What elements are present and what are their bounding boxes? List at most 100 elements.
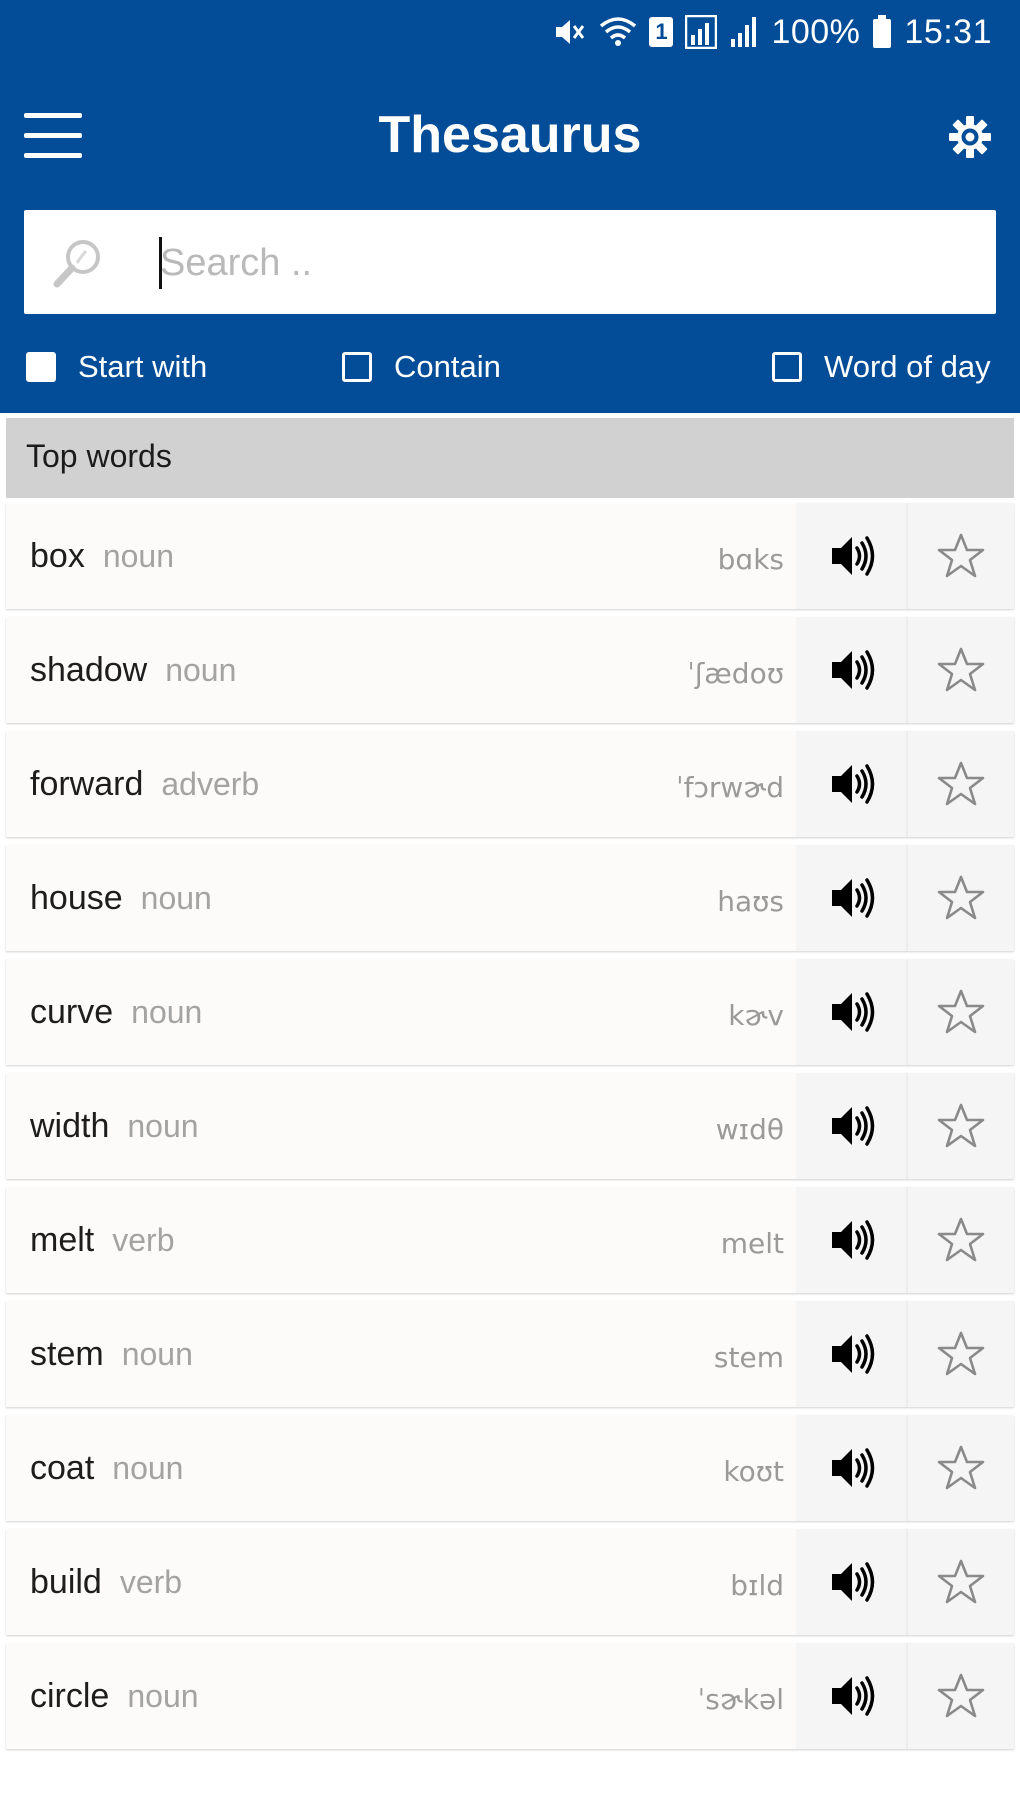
- word-entry[interactable]: coat noun koʊt: [6, 1415, 796, 1521]
- star-icon[interactable]: [908, 503, 1014, 609]
- star-icon[interactable]: [908, 1529, 1014, 1635]
- word-entry[interactable]: box noun bɑks: [6, 503, 796, 609]
- word-label: forward: [30, 765, 144, 803]
- speaker-icon[interactable]: [800, 1187, 906, 1293]
- word-row[interactable]: width noun wɪdθ: [6, 1073, 1014, 1179]
- part-of-speech: noun: [131, 994, 203, 1030]
- start-with-label: Start with: [78, 349, 208, 384]
- speaker-icon[interactable]: [800, 1073, 906, 1179]
- page-title: Thesaurus: [378, 106, 642, 164]
- word-label: curve: [30, 993, 114, 1031]
- word-entry[interactable]: circle noun ˈsɚkəl: [6, 1643, 796, 1749]
- part-of-speech: noun: [112, 1450, 184, 1486]
- start-with-checkbox[interactable]: [26, 352, 56, 382]
- word-text: curve noun: [30, 993, 202, 1032]
- word-row[interactable]: curve noun kɚv: [6, 959, 1014, 1065]
- gear-icon[interactable]: [948, 115, 992, 159]
- word-list: box noun bɑks shadow noun ˈʃædoʊ forward adverb…: [6, 503, 1014, 1757]
- battery-icon: [873, 15, 892, 48]
- wifi-icon: [600, 17, 637, 46]
- star-icon[interactable]: [908, 617, 1014, 723]
- part-of-speech: noun: [127, 1678, 199, 1714]
- word-entry[interactable]: stem noun stem: [6, 1301, 796, 1407]
- word-entry[interactable]: shadow noun ˈʃædoʊ: [6, 617, 796, 723]
- word-entry[interactable]: build verb bɪld: [6, 1529, 796, 1635]
- mute-icon: [556, 20, 585, 44]
- filter-contain[interactable]: Contain: [342, 349, 501, 385]
- part-of-speech: noun: [121, 1336, 193, 1372]
- word-row[interactable]: melt verb melt: [6, 1187, 1014, 1293]
- filter-options: Start with Contain Word of day: [0, 335, 1020, 401]
- contain-checkbox[interactable]: [342, 352, 372, 382]
- signal-icon: [685, 15, 718, 49]
- word-of-day-checkbox[interactable]: [772, 352, 802, 382]
- star-icon[interactable]: [908, 1187, 1014, 1293]
- speaker-icon[interactable]: [800, 1415, 906, 1521]
- word-row[interactable]: house noun haʊs: [6, 845, 1014, 951]
- word-entry[interactable]: house noun haʊs: [6, 845, 796, 951]
- word-text: box noun: [30, 537, 174, 576]
- word-label: shadow: [30, 651, 148, 689]
- word-row[interactable]: build verb bɪld: [6, 1529, 1014, 1635]
- filter-word-of-day[interactable]: Word of day: [772, 349, 991, 385]
- word-row[interactable]: circle noun ˈsɚkəl: [6, 1643, 1014, 1749]
- star-icon[interactable]: [908, 731, 1014, 837]
- star-icon[interactable]: [908, 1073, 1014, 1179]
- part-of-speech: verb: [119, 1564, 183, 1600]
- word-label: circle: [30, 1677, 110, 1715]
- pronunciation: bɪld: [730, 1569, 784, 1602]
- speaker-icon[interactable]: [800, 1643, 906, 1749]
- battery-percent: 100%: [771, 12, 861, 51]
- star-icon[interactable]: [908, 1643, 1014, 1749]
- word-label: width: [30, 1107, 110, 1145]
- text-cursor: [159, 237, 162, 289]
- word-label: melt: [30, 1221, 95, 1259]
- contain-label: Contain: [394, 349, 501, 384]
- word-text: stem noun: [30, 1335, 193, 1374]
- word-text: melt verb: [30, 1221, 174, 1260]
- part-of-speech: noun: [165, 652, 237, 688]
- word-text: forward adverb: [30, 765, 259, 804]
- part-of-speech: noun: [140, 880, 212, 916]
- word-row[interactable]: coat noun koʊt: [6, 1415, 1014, 1521]
- word-entry[interactable]: curve noun kɚv: [6, 959, 796, 1065]
- pronunciation: koʊt: [723, 1455, 784, 1488]
- pronunciation: wɪdθ: [715, 1113, 784, 1146]
- star-icon[interactable]: [908, 1301, 1014, 1407]
- star-icon[interactable]: [908, 959, 1014, 1065]
- word-of-day-label: Word of day: [824, 349, 991, 384]
- search-box: [24, 210, 996, 314]
- pronunciation: ˈʃædoʊ: [687, 657, 784, 690]
- word-label: coat: [30, 1449, 95, 1487]
- star-icon[interactable]: [908, 1415, 1014, 1521]
- word-row[interactable]: forward adverb ˈfɔrwɚd: [6, 731, 1014, 837]
- part-of-speech: noun: [102, 538, 175, 574]
- speaker-icon[interactable]: [800, 1529, 906, 1635]
- word-text: build verb: [30, 1563, 182, 1602]
- pronunciation: haʊs: [717, 885, 784, 918]
- part-of-speech: noun: [127, 1108, 199, 1144]
- word-entry[interactable]: forward adverb ˈfɔrwɚd: [6, 731, 796, 837]
- word-label: house: [30, 879, 123, 917]
- word-row[interactable]: box noun bɑks: [6, 503, 1014, 609]
- pronunciation: stem: [713, 1341, 784, 1374]
- pronunciation: melt: [720, 1227, 784, 1260]
- word-entry[interactable]: melt verb melt: [6, 1187, 796, 1293]
- star-icon[interactable]: [908, 845, 1014, 951]
- speaker-icon[interactable]: [800, 1301, 906, 1407]
- part-of-speech: adverb: [161, 766, 260, 802]
- word-entry[interactable]: width noun wɪdθ: [6, 1073, 796, 1179]
- word-text: width noun: [30, 1107, 199, 1146]
- word-label: box: [30, 537, 85, 575]
- speaker-icon[interactable]: [800, 503, 906, 609]
- speaker-icon[interactable]: [800, 845, 906, 951]
- word-row[interactable]: shadow noun ˈʃædoʊ: [6, 617, 1014, 723]
- app-bar: Thesaurus: [0, 80, 1020, 192]
- search-input[interactable]: [158, 228, 962, 298]
- speaker-icon[interactable]: [800, 731, 906, 837]
- speaker-icon[interactable]: [800, 959, 906, 1065]
- word-row[interactable]: stem noun stem: [6, 1301, 1014, 1407]
- filter-start-with[interactable]: Start with: [26, 349, 207, 385]
- speaker-icon[interactable]: [800, 617, 906, 723]
- signal-bars-icon: [731, 17, 757, 47]
